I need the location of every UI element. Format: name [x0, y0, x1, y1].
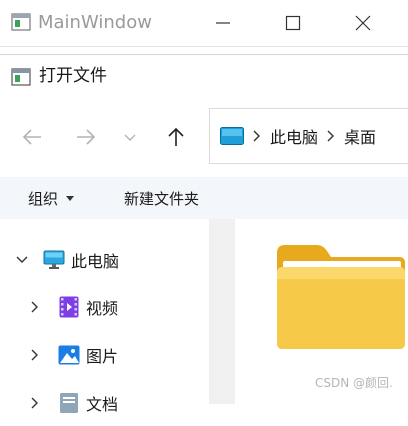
dialog-title: 打开文件	[39, 66, 107, 86]
tree-item-pictures[interactable]: 图片	[0, 332, 209, 378]
navigation-bar: 此电脑 桌面	[0, 97, 408, 177]
app-window-icon	[11, 13, 31, 31]
command-bar: 组织 新建文件夹	[0, 177, 408, 219]
expand-chevron-right-icon[interactable]	[28, 348, 42, 362]
tree-item-label: 此电脑	[71, 252, 120, 271]
dialog-titlebar: 打开文件	[0, 55, 408, 97]
breadcrumb-separator-icon[interactable]	[326, 129, 336, 143]
breadcrumb-separator-icon[interactable]	[252, 129, 262, 143]
main-window-menu-divider	[0, 46, 408, 47]
minimize-icon	[216, 22, 230, 24]
caret-down-icon	[66, 195, 75, 201]
video-folder-icon	[58, 296, 80, 318]
documents-folder-icon	[58, 392, 80, 414]
tree-item-videos[interactable]: 视频	[0, 284, 209, 330]
chevron-down-icon	[124, 134, 136, 141]
tree-item-label: 图片	[86, 347, 119, 366]
tree-item-documents[interactable]: 文档	[0, 380, 209, 426]
arrow-left-icon	[22, 129, 41, 145]
expand-chevron-right-icon[interactable]	[28, 300, 42, 314]
monitor-icon	[43, 249, 65, 271]
folder-icon[interactable]	[275, 239, 405, 349]
back-button[interactable]	[14, 119, 50, 155]
computer-icon	[220, 127, 244, 145]
dialog-app-icon	[11, 68, 31, 86]
minimize-button[interactable]	[200, 0, 246, 46]
open-file-dialog: 打开文件 此电脑 桌面 组织 新建文件夹 此电脑 视频 图片 文档	[0, 54, 408, 414]
expand-chevron-down-icon[interactable]	[15, 253, 29, 267]
close-button[interactable]	[340, 0, 386, 46]
address-bar[interactable]: 此电脑 桌面	[209, 108, 408, 164]
breadcrumb-this-pc[interactable]: 此电脑	[270, 124, 318, 148]
up-button[interactable]	[158, 119, 194, 155]
tree-item-this-pc[interactable]: 此电脑	[0, 237, 209, 283]
pictures-folder-icon	[58, 344, 80, 366]
tree-item-label: 视频	[86, 299, 119, 318]
arrow-right-icon	[77, 129, 96, 145]
maximize-icon	[285, 15, 301, 31]
close-icon	[355, 15, 371, 31]
forward-button[interactable]	[68, 119, 104, 155]
watermark-text: CSDN @颜回.	[315, 376, 393, 390]
breadcrumb-desktop[interactable]: 桌面	[344, 124, 376, 148]
main-window-titlebar: MainWindow	[0, 0, 408, 46]
organize-button[interactable]: 组织	[28, 185, 75, 211]
pane-splitter[interactable]	[209, 219, 235, 404]
new-folder-button[interactable]: 新建文件夹	[124, 185, 199, 211]
organize-label: 组织	[28, 189, 59, 208]
arrow-up-icon	[168, 127, 184, 146]
main-window-title: MainWindow	[38, 12, 152, 33]
maximize-button[interactable]	[270, 0, 316, 46]
recent-locations-button[interactable]	[118, 119, 142, 155]
navigation-pane: 此电脑 视频 图片 文档	[0, 219, 209, 414]
expand-chevron-right-icon[interactable]	[28, 396, 42, 410]
tree-item-label: 文档	[86, 395, 119, 414]
